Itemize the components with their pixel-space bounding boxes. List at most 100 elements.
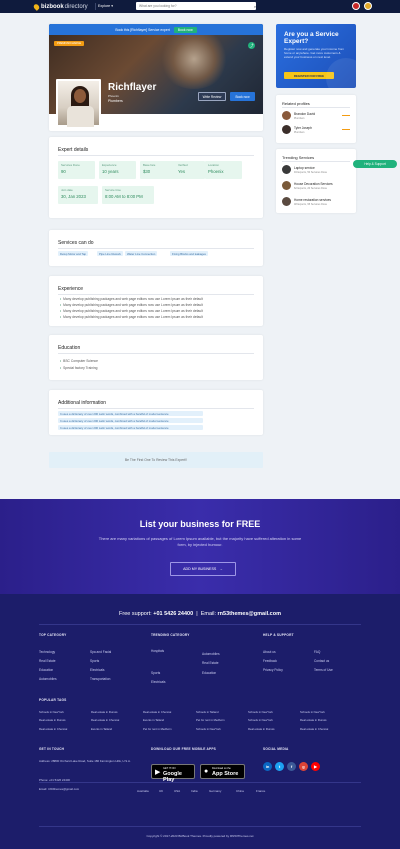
footer-link[interactable]: Real Estate [202, 661, 218, 665]
tag-link[interactable]: Real estate in Chennai [39, 727, 67, 731]
footer-link[interactable]: Education [39, 668, 53, 672]
search-icon[interactable]: ⌕ [252, 2, 258, 10]
footer-link[interactable]: Spa and Facial [90, 650, 111, 654]
youtube-icon[interactable]: ▶ [311, 762, 320, 771]
tag-link[interactable]: Real estate in Illunois [91, 710, 118, 714]
footer-link[interactable]: Privacy Policy [263, 668, 283, 672]
related-profile-item[interactable]: Tyler Joseph Plumbers [282, 125, 352, 136]
footer-link[interactable]: Terms of Use [314, 668, 333, 672]
first-review-prompt[interactable]: Be The First One To Review This Expert!! [49, 452, 263, 468]
footer-link[interactable]: Electricals [151, 680, 166, 684]
stat-label: Experience [102, 163, 117, 167]
expert-avatar-photo [56, 79, 101, 127]
tag-link[interactable]: Real estate in Chennai [91, 718, 119, 722]
tag-link[interactable]: Schools in NewYork [248, 718, 273, 722]
related-profile-sub: Plumbers [294, 131, 305, 134]
tag-link[interactable]: Real estate in Illunois [300, 718, 327, 722]
search-input[interactable] [136, 2, 256, 10]
service-chip: Detup Motor and Tap [58, 251, 89, 256]
tag-link[interactable]: Real estate in Chennai [300, 727, 328, 731]
experience-item: Many develop publishing packages and web… [60, 315, 203, 319]
app-store-button[interactable]: ● Download on the App Store [200, 764, 245, 779]
tag-link[interactable]: Schools in NewYork [248, 710, 273, 714]
country-link[interactable]: Germany [209, 789, 221, 793]
divider [58, 408, 254, 409]
linkedin-icon[interactable]: in [263, 762, 272, 771]
map-pin-icon [32, 2, 41, 11]
related-profile-item[interactable]: Brandon David Plumbers [282, 111, 352, 122]
related-profiles-title: Related profiles [282, 101, 310, 106]
trending-service-item[interactable]: House Decoration Services 62 Experts, 20… [282, 181, 352, 192]
footer-link[interactable]: Feedback [263, 659, 277, 663]
tag-link[interactable]: Events in Tailand [143, 718, 164, 722]
email-line[interactable]: Email: rn53themes@gmail.com [39, 787, 79, 791]
tag-link[interactable]: Pet for rent in Medborn [196, 718, 225, 722]
stat-experience: Experience 10 years [99, 161, 136, 179]
user-avatar[interactable] [364, 2, 372, 10]
tag-link[interactable]: Events in Tailand [91, 727, 112, 731]
support-email[interactable]: rn53themes@gmail.com [218, 611, 281, 617]
add-business-label: ADD MY BUSINESS [183, 567, 217, 571]
facebook-icon[interactable]: f [287, 762, 296, 771]
footer-link[interactable]: About us [263, 650, 276, 654]
service-thumbnail [282, 181, 291, 190]
trending-service-item[interactable]: Home restoration services 48 Experts, 95… [282, 197, 352, 208]
share-icon[interactable]: ⤴ [248, 42, 255, 49]
footer-link[interactable]: FAQ [314, 650, 320, 654]
stat-label: Services Done [61, 163, 80, 167]
service-thumbnail [282, 197, 291, 206]
logo[interactable]: bizbook directory [32, 2, 88, 11]
additional-info-title: Additional information [58, 400, 107, 406]
list-business-description: There are many variations of passages of… [98, 536, 302, 547]
footer-link[interactable]: Sports [90, 659, 99, 663]
support-label: Free support: [119, 611, 152, 617]
register-free-button[interactable]: REGISTER FOR FREE [284, 72, 334, 79]
help-support-button[interactable]: Help & Support [353, 160, 397, 168]
footer-link[interactable]: Real Estate [39, 659, 55, 663]
additional-info-card: Additional information It uses a diction… [49, 390, 263, 435]
notification-avatar[interactable] [352, 2, 360, 10]
education-title: Education [58, 345, 81, 351]
country-link[interactable]: India [191, 789, 198, 793]
footer-link[interactable]: Electricals [90, 668, 105, 672]
avatar-body [67, 106, 94, 127]
promo-title: Are you a Service Expert? [284, 31, 339, 45]
education-item: BSC Computer Science [60, 359, 98, 363]
add-my-business-button[interactable]: ADD MY BUSINESS → [170, 562, 236, 576]
notice-book-button[interactable]: Book now [173, 26, 197, 33]
google-play-button[interactable]: ▶ GET IT ON Google Play [151, 764, 195, 783]
country-link[interactable]: Australia [137, 789, 149, 793]
trending-service-item[interactable]: Laptop service 94 Experts, 50 Services D… [282, 165, 352, 176]
tag-link[interactable]: Schools in NewYork [196, 727, 221, 731]
profile-name: Richflayer [108, 82, 157, 93]
footer-link[interactable]: Hospitals [151, 649, 164, 653]
footer-link[interactable]: Automobiles [202, 652, 220, 656]
tag-link[interactable]: Real estate in Illunois [39, 718, 66, 722]
tag-link[interactable]: Real estate in Illunois [248, 727, 275, 731]
footer-link[interactable]: Transportation [90, 677, 110, 681]
country-link[interactable]: China [236, 789, 244, 793]
tag-link[interactable]: Schools in Tailand [196, 710, 219, 714]
country-link[interactable]: France [256, 789, 265, 793]
top-navbar: bizbook directory Explore ⌕ [0, 0, 400, 13]
tag-link[interactable]: Real estate in Chennai [143, 710, 171, 714]
footer-link[interactable]: Contact us [314, 659, 329, 663]
twitter-icon[interactable]: t [275, 762, 284, 771]
footer-link[interactable]: Education [202, 671, 216, 675]
footer-link[interactable]: Sports [151, 671, 160, 675]
tag-link[interactable]: Pet for rent in Medborn [143, 727, 172, 731]
info-line: It uses a dictionary of over 200 Latin w… [58, 418, 203, 423]
book-now-button[interactable]: Book now [230, 92, 255, 101]
country-link[interactable]: UK [159, 789, 163, 793]
support-phone[interactable]: +01 5426 24400 [153, 611, 193, 617]
footer-link[interactable]: Technology [39, 650, 55, 654]
tag-link[interactable]: Schools in NewYork [300, 710, 325, 714]
experience-item: Many develop publishing packages and web… [60, 303, 203, 307]
explore-menu[interactable]: Explore [98, 4, 113, 8]
country-link[interactable]: USA [174, 789, 180, 793]
avatar-face [74, 89, 86, 103]
footer-link[interactable]: Automobiles [39, 677, 57, 681]
tag-link[interactable]: Schools in NewYork [39, 710, 64, 714]
write-review-button[interactable]: Write Review [198, 92, 226, 101]
google-plus-icon[interactable]: g [299, 762, 308, 771]
